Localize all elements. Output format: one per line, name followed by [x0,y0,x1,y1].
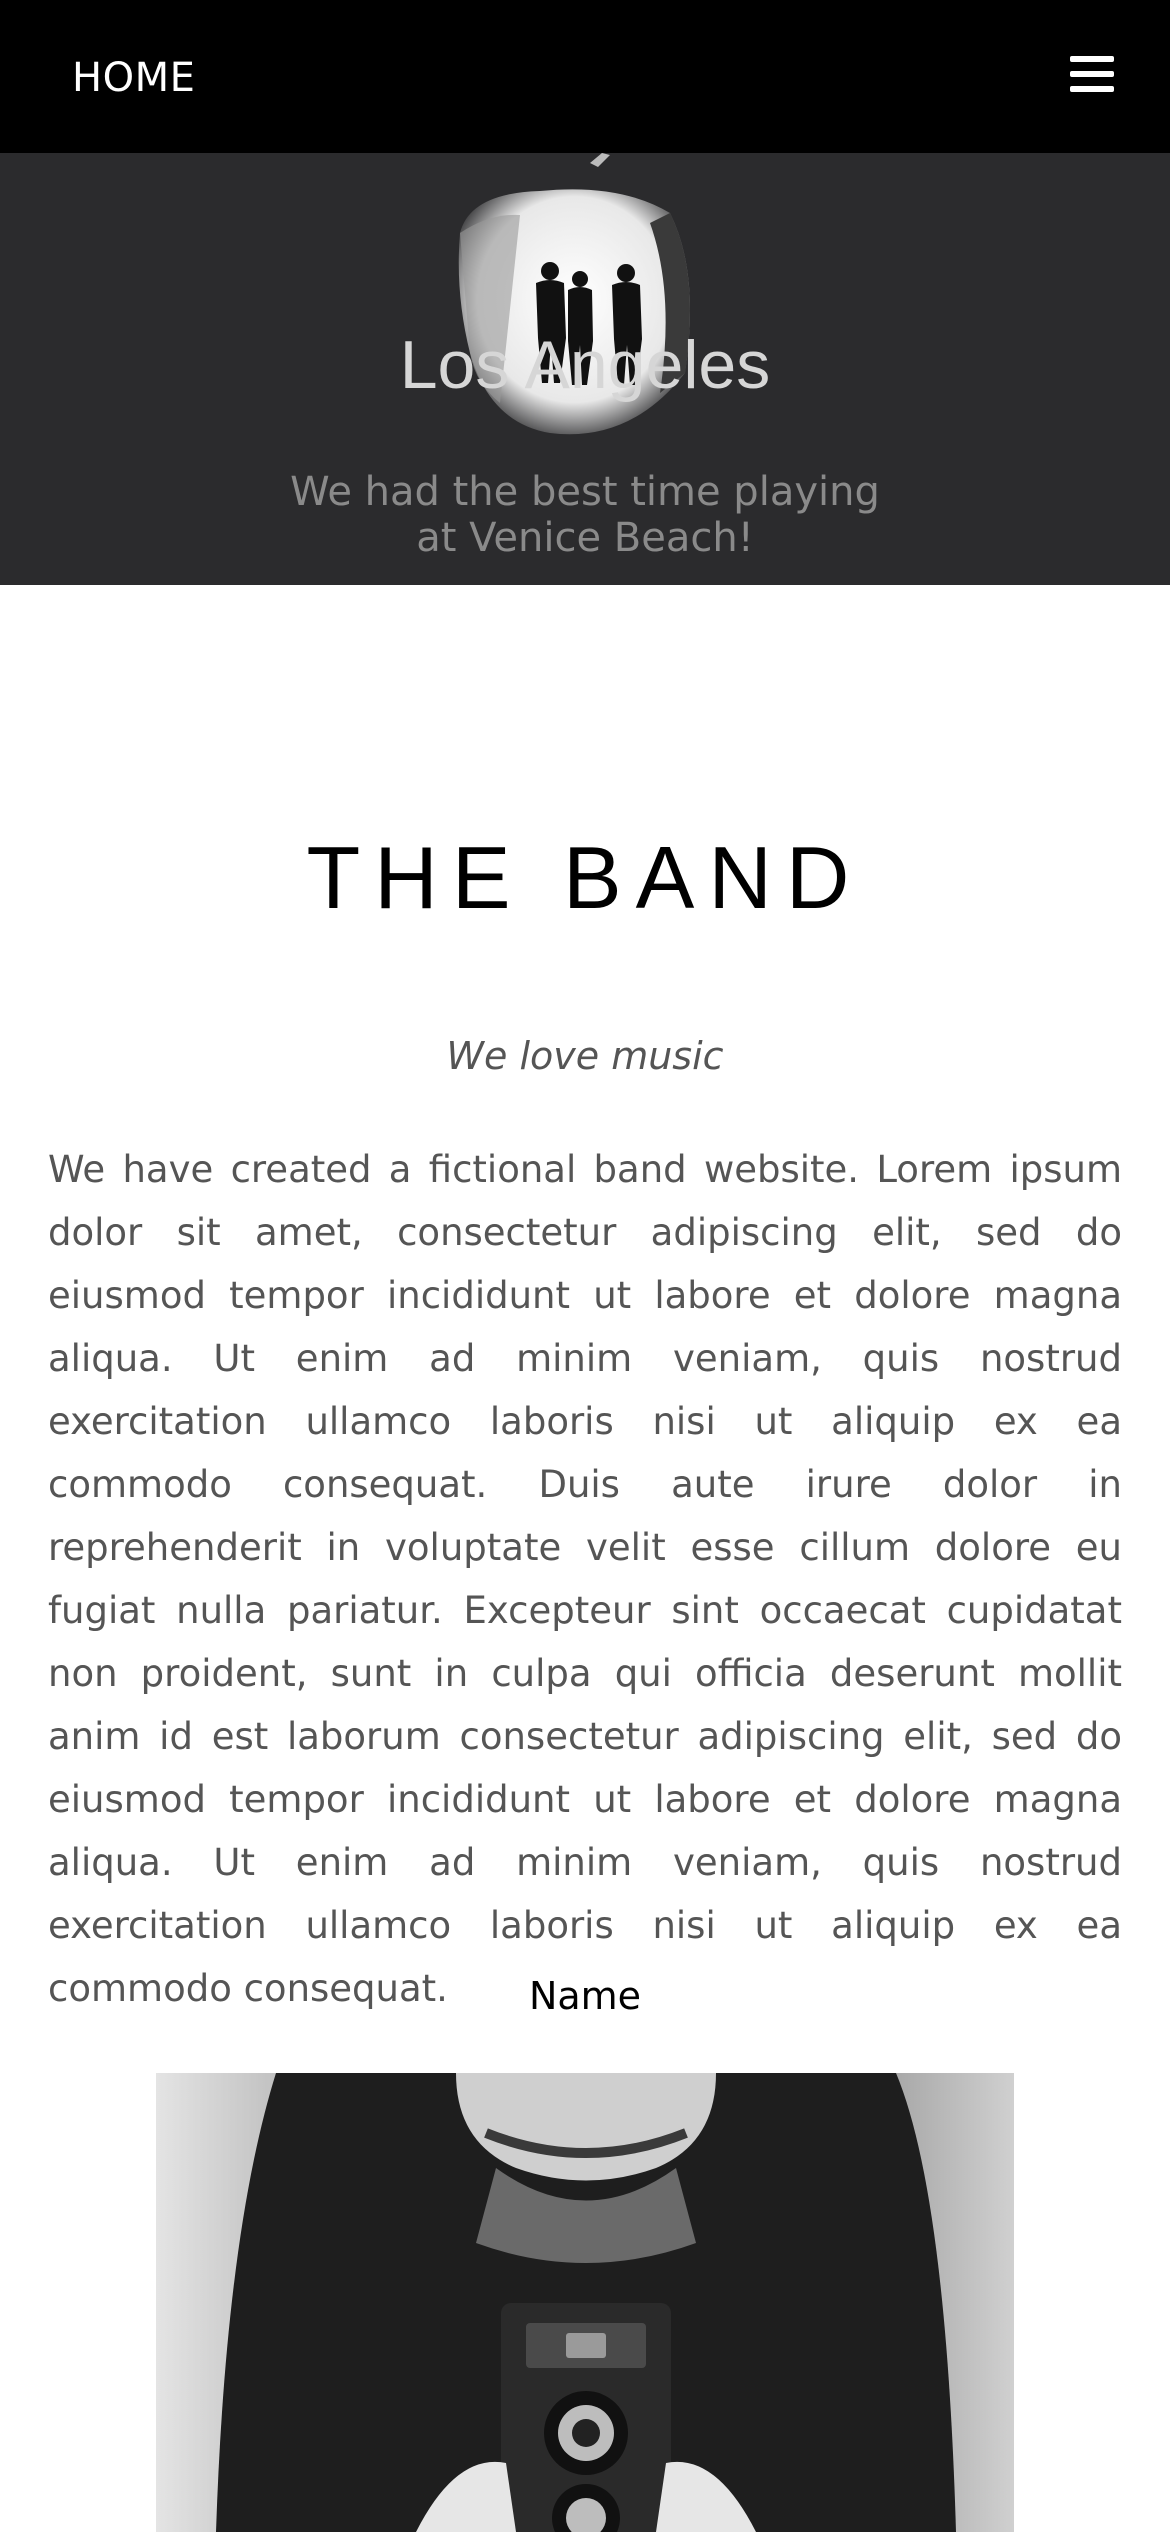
hero-slide: Los Angeles We had the best time playing… [0,153,1170,585]
member-name: Name [528,1974,642,2018]
hero-title: Los Angeles [399,327,771,403]
home-link[interactable]: HOME [72,48,195,108]
band-section-title: THE BAND [306,828,864,927]
tunnel-silhouette-photo [430,153,750,453]
top-navbar: HOME [0,0,1170,153]
band-tagline: We love music [446,1034,724,1078]
hero-subtitle: We had the best time playing at Venice B… [290,469,880,561]
hamburger-menu-icon[interactable] [1070,56,1114,96]
band-description: We have created a fictional band website… [48,1148,1122,2010]
member-photo [156,2073,1014,2532]
camera-portrait-image [156,2073,1014,2532]
